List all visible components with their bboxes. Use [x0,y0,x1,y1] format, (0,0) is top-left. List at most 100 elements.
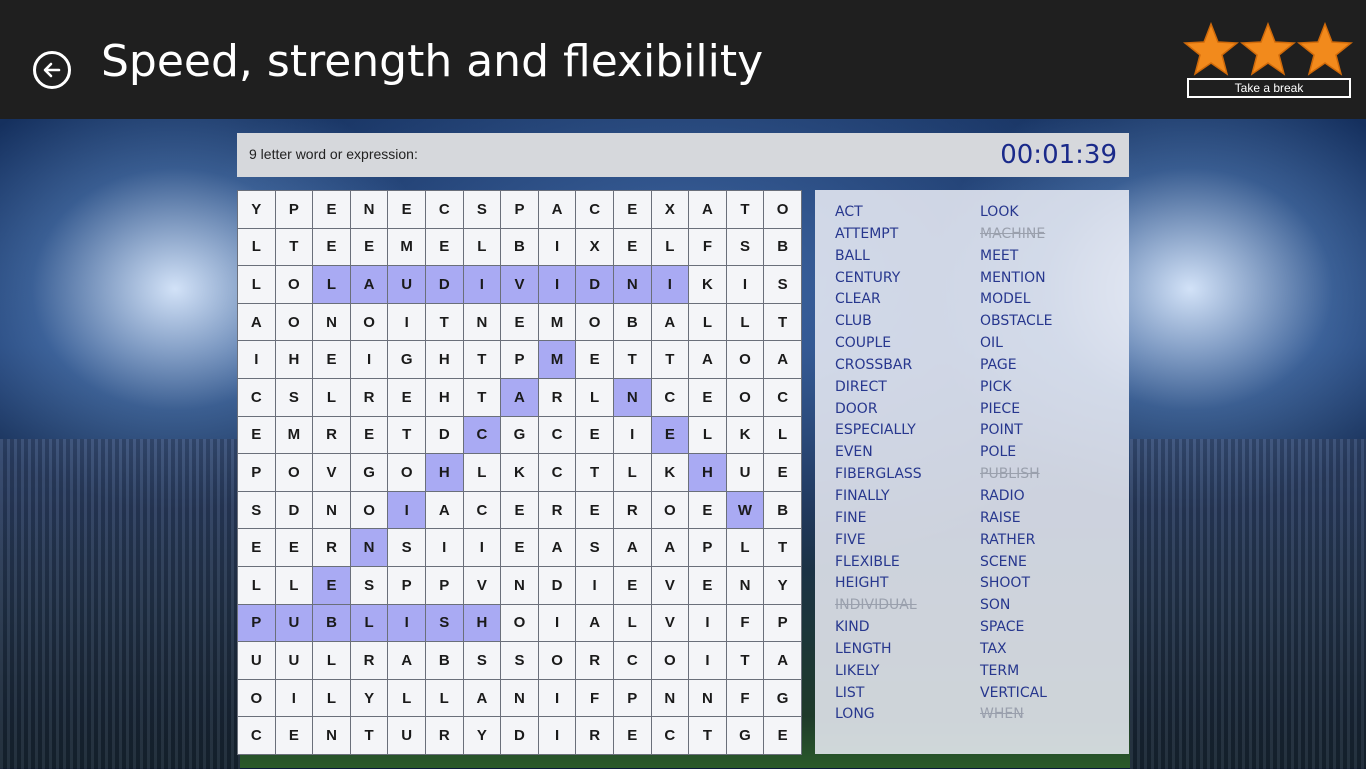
grid-cell[interactable]: N [613,266,651,303]
grid-cell[interactable]: D [538,566,576,604]
grid-cell[interactable]: T [576,454,613,491]
grid-cell[interactable]: A [689,341,726,378]
grid-cell[interactable]: K [501,454,538,491]
grid-cell[interactable]: E [238,416,275,454]
grid-cell[interactable]: L [651,228,689,266]
grid-cell[interactable]: E [689,378,726,416]
grid-cell[interactable]: A [538,191,576,228]
grid-cell[interactable]: N [501,566,538,604]
grid-cell[interactable]: L [726,303,764,341]
grid-cell[interactable]: G [501,416,538,454]
grid-cell[interactable]: O [350,303,388,341]
grid-cell[interactable]: U [275,642,313,679]
grid-cell[interactable]: W [726,491,764,529]
grid-cell[interactable]: H [463,604,501,642]
grid-cell[interactable]: D [425,416,463,454]
grid-cell[interactable]: O [275,303,313,341]
grid-cell[interactable]: B [425,642,463,679]
grid-cell[interactable]: H [275,341,313,378]
grid-cell[interactable]: V [651,604,689,642]
grid-cell[interactable]: B [501,228,538,266]
grid-cell[interactable]: E [501,529,538,566]
grid-cell[interactable]: L [238,266,275,303]
grid-cell[interactable]: E [313,566,350,604]
grid-cell[interactable]: L [313,679,350,717]
grid-cell[interactable]: C [463,416,501,454]
grid-cell[interactable]: R [313,529,350,566]
grid-cell[interactable]: P [501,191,538,228]
grid-cell[interactable]: T [689,717,726,754]
grid-cell[interactable]: U [238,642,275,679]
grid-cell[interactable]: N [463,303,501,341]
grid-cell[interactable]: E [689,566,726,604]
grid-cell[interactable]: E [501,303,538,341]
grid-cell[interactable]: B [764,491,801,529]
grid-cell[interactable]: T [275,228,313,266]
grid-cell[interactable]: A [576,604,613,642]
grid-cell[interactable]: I [538,266,576,303]
grid-cell[interactable]: I [238,341,275,378]
grid-cell[interactable]: L [689,416,726,454]
grid-cell[interactable]: I [689,642,726,679]
grid-cell[interactable]: P [501,341,538,378]
grid-cell[interactable]: U [388,717,425,754]
grid-cell[interactable]: L [350,604,388,642]
grid-cell[interactable]: A [350,266,388,303]
grid-cell[interactable]: I [726,266,764,303]
grid-cell[interactable]: A [764,341,801,378]
grid-cell[interactable]: T [651,341,689,378]
grid-cell[interactable]: S [501,642,538,679]
grid-cell[interactable]: R [613,491,651,529]
back-button[interactable] [33,51,71,89]
grid-cell[interactable]: I [463,529,501,566]
grid-cell[interactable]: N [313,303,350,341]
grid-cell[interactable]: M [388,228,425,266]
grid-cell[interactable]: S [425,604,463,642]
grid-cell[interactable]: R [538,491,576,529]
grid-cell[interactable]: I [651,266,689,303]
grid-cell[interactable]: O [538,642,576,679]
grid-cell[interactable]: D [576,266,613,303]
grid-cell[interactable]: G [350,454,388,491]
grid-cell[interactable]: N [350,191,388,228]
grid-cell[interactable]: R [538,378,576,416]
grid-cell[interactable]: V [313,454,350,491]
grid-cell[interactable]: U [275,604,313,642]
grid-cell[interactable]: M [275,416,313,454]
grid-cell[interactable]: O [651,491,689,529]
grid-cell[interactable]: L [425,679,463,717]
grid-cell[interactable]: I [350,341,388,378]
grid-cell[interactable]: P [764,604,801,642]
grid-cell[interactable]: T [764,303,801,341]
grid-cell[interactable]: S [576,529,613,566]
grid-cell[interactable]: E [425,228,463,266]
grid-cell[interactable]: G [388,341,425,378]
grid-cell[interactable]: B [613,303,651,341]
grid-cell[interactable]: P [238,454,275,491]
grid-cell[interactable]: T [463,378,501,416]
grid-cell[interactable]: G [764,679,801,717]
grid-cell[interactable]: S [275,378,313,416]
grid-cell[interactable]: T [726,191,764,228]
grid-cell[interactable]: Y [238,191,275,228]
grid-cell[interactable]: D [501,717,538,754]
grid-cell[interactable]: O [238,679,275,717]
grid-cell[interactable]: I [388,604,425,642]
grid-cell[interactable]: E [501,491,538,529]
grid-cell[interactable]: E [576,341,613,378]
grid-cell[interactable]: E [388,378,425,416]
grid-cell[interactable]: T [463,341,501,378]
grid-cell[interactable]: E [613,191,651,228]
grid-cell[interactable]: L [463,454,501,491]
grid-cell[interactable]: I [275,679,313,717]
grid-cell[interactable]: O [726,341,764,378]
grid-cell[interactable]: A [463,679,501,717]
grid-cell[interactable]: X [576,228,613,266]
grid-cell[interactable]: N [726,566,764,604]
grid-cell[interactable]: N [313,717,350,754]
grid-cell[interactable]: N [689,679,726,717]
grid-cell[interactable]: H [689,454,726,491]
grid-cell[interactable]: H [425,341,463,378]
grid-cell[interactable]: N [501,679,538,717]
grid-cell[interactable]: E [689,491,726,529]
